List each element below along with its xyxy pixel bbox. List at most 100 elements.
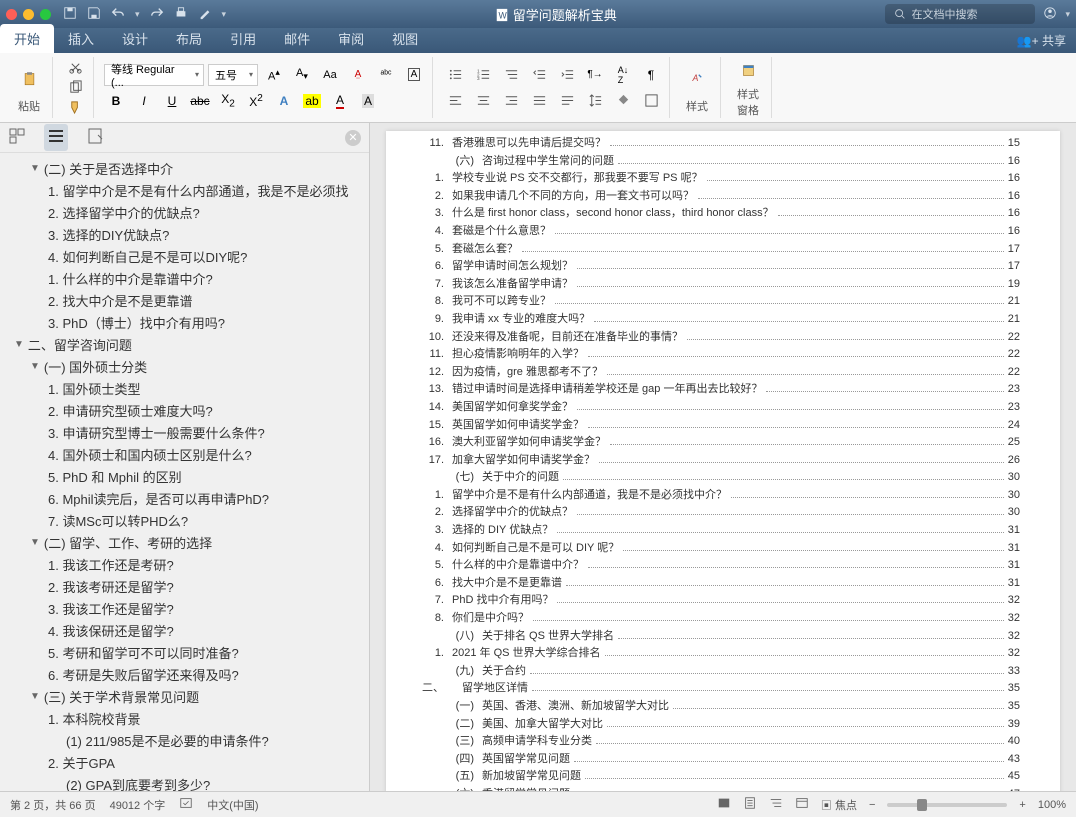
outline-item[interactable]: (2) GPA到底要考到多少?: [0, 773, 369, 791]
print-icon[interactable]: [174, 6, 188, 23]
outline-tree[interactable]: ▼(二) 关于是否选择中介1. 留学中介是不是有什么内部通道，我是不是必须找2.…: [0, 153, 369, 791]
focus-mode-button[interactable]: ▣ 焦点: [821, 797, 857, 813]
outline-item[interactable]: ▼(三) 关于学术背景常见问题: [0, 685, 369, 707]
user-icon[interactable]: [1043, 6, 1057, 23]
outline-item[interactable]: 5. PhD 和 Mphil 的区别: [0, 465, 369, 487]
subscript-button[interactable]: X2: [216, 90, 240, 112]
zoom-out-button[interactable]: −: [869, 799, 875, 811]
tab-5[interactable]: 邮件: [270, 24, 324, 53]
increase-font-button[interactable]: A▴: [262, 64, 286, 86]
outline-item[interactable]: 3. 选择的DIY优缺点?: [0, 223, 369, 245]
edit-icon[interactable]: [198, 6, 212, 23]
zoom-in-button[interactable]: +: [1019, 799, 1025, 811]
thumbnails-tab-icon[interactable]: [8, 127, 26, 148]
cut-button[interactable]: [63, 57, 87, 77]
headings-tab-icon[interactable]: [44, 124, 68, 151]
char-shading-button[interactable]: A: [356, 90, 380, 112]
outline-item[interactable]: 7. 读MSc可以转PHD么?: [0, 509, 369, 531]
outline-item[interactable]: 1. 国外硕士类型: [0, 377, 369, 399]
language-indicator[interactable]: 中文(中国): [207, 797, 258, 813]
distribute-button[interactable]: [555, 90, 579, 112]
outline-item[interactable]: 5. 考研和留学可不可以同时准备?: [0, 641, 369, 663]
font-name-dropdown[interactable]: 等线 Regular (...: [104, 64, 204, 86]
outline-item[interactable]: ▼(二) 关于是否选择中介: [0, 157, 369, 179]
outline-item[interactable]: 2. 选择留学中介的优缺点?: [0, 201, 369, 223]
align-center-button[interactable]: [471, 90, 495, 112]
bold-button[interactable]: B: [104, 90, 128, 112]
tab-1[interactable]: 插入: [54, 24, 108, 53]
clear-format-button[interactable]: ᵃᵇᶜ: [374, 64, 398, 86]
align-right-button[interactable]: [499, 90, 523, 112]
align-left-button[interactable]: [443, 90, 467, 112]
undo-icon[interactable]: [111, 6, 125, 23]
outline-item[interactable]: 2. 申请研究型硕士难度大吗?: [0, 399, 369, 421]
tab-3[interactable]: 布局: [162, 24, 216, 53]
char-border-button[interactable]: A: [402, 64, 426, 86]
outline-item[interactable]: 6. Mphil读完后，是否可以再申请PhD?: [0, 487, 369, 509]
outline-item[interactable]: 1. 留学中介是不是有什么内部通道，我是不是必须找: [0, 179, 369, 201]
text-effects-button[interactable]: A: [272, 90, 296, 112]
zoom-level[interactable]: 100%: [1038, 799, 1066, 811]
styles-button[interactable]: A: [680, 62, 714, 96]
bullets-button[interactable]: [443, 64, 467, 86]
autosave-icon[interactable]: [63, 6, 77, 23]
outline-item[interactable]: 2. 找大中介是不是更靠谱: [0, 289, 369, 311]
page-indicator[interactable]: 第 2 页，共 66 页: [10, 797, 96, 813]
save-icon[interactable]: [87, 6, 101, 23]
change-case-button[interactable]: Aa: [318, 64, 342, 86]
format-painter-button[interactable]: [63, 98, 87, 118]
outline-item[interactable]: 1. 本科院校背景: [0, 707, 369, 729]
outline-item[interactable]: 6. 考研是失败后留学还来得及吗?: [0, 663, 369, 685]
justify-button[interactable]: [527, 90, 551, 112]
document-search-input[interactable]: 在文档中搜索: [885, 4, 1035, 24]
strikethrough-button[interactable]: abc: [188, 90, 212, 112]
print-layout-icon[interactable]: [743, 796, 757, 813]
outline-item[interactable]: ▼(二) 留学、工作、考研的选择: [0, 531, 369, 553]
underline-button[interactable]: U: [160, 90, 184, 112]
decrease-font-button[interactable]: A▾: [290, 64, 314, 86]
outline-item[interactable]: 3. PhD（博士）找中介有用吗?: [0, 311, 369, 333]
results-tab-icon[interactable]: [86, 127, 104, 148]
outline-item[interactable]: 3. 申请研究型博士一般需要什么条件?: [0, 421, 369, 443]
font-size-dropdown[interactable]: 五号: [208, 64, 258, 86]
document-scroll[interactable]: 11.香港雅思可以先申请后提交吗？15(六)咨询过程中学生常问的问题161.学校…: [370, 123, 1076, 791]
share-button[interactable]: 👥+ 共享: [1007, 32, 1076, 53]
outline-item[interactable]: 1. 什么样的中介是靠谱中介?: [0, 267, 369, 289]
zoom-slider[interactable]: [887, 803, 1007, 807]
outline-item[interactable]: 2. 我该考研还是留学?: [0, 575, 369, 597]
read-mode-icon[interactable]: [717, 796, 731, 813]
multilevel-list-button[interactable]: [499, 64, 523, 86]
tab-7[interactable]: 视图: [378, 24, 432, 53]
italic-button[interactable]: I: [132, 90, 156, 112]
paste-button[interactable]: [12, 62, 46, 96]
sort-button[interactable]: A↓Z: [611, 64, 635, 86]
outline-item[interactable]: 2. 关于GPA: [0, 751, 369, 773]
outline-item[interactable]: 4. 我该保研还是留学?: [0, 619, 369, 641]
close-window-button[interactable]: [6, 9, 17, 20]
shading-button[interactable]: [611, 90, 635, 112]
tab-0[interactable]: 开始: [0, 24, 54, 53]
outline-item[interactable]: ▼(一) 国外硕士分类: [0, 355, 369, 377]
show-marks-button[interactable]: ¶: [639, 64, 663, 86]
minimize-window-button[interactable]: [23, 9, 34, 20]
tab-6[interactable]: 审阅: [324, 24, 378, 53]
phonetic-guide-button[interactable]: A̤: [346, 64, 370, 86]
redo-icon[interactable]: [150, 6, 164, 23]
decrease-indent-button[interactable]: [527, 64, 551, 86]
outline-item[interactable]: ▼二、留学咨询问题: [0, 333, 369, 355]
web-layout-icon[interactable]: [795, 796, 809, 813]
line-spacing-button[interactable]: [583, 90, 607, 112]
highlight-button[interactable]: ab: [300, 90, 324, 112]
tab-2[interactable]: 设计: [108, 24, 162, 53]
styles-pane-button[interactable]: [731, 57, 765, 84]
outline-item[interactable]: 3. 我该工作还是留学?: [0, 597, 369, 619]
spellcheck-icon[interactable]: [179, 796, 193, 813]
font-color-button[interactable]: A: [328, 90, 352, 112]
outline-item[interactable]: 4. 如何判断自己是不是可以DIY呢?: [0, 245, 369, 267]
maximize-window-button[interactable]: [40, 9, 51, 20]
outline-item[interactable]: (1) 211/985是不是必要的申请条件?: [0, 729, 369, 751]
increase-indent-button[interactable]: [555, 64, 579, 86]
word-count[interactable]: 49012 个字: [110, 797, 166, 813]
tab-4[interactable]: 引用: [216, 24, 270, 53]
outline-item[interactable]: 4. 国外硕士和国内硕士区别是什么?: [0, 443, 369, 465]
